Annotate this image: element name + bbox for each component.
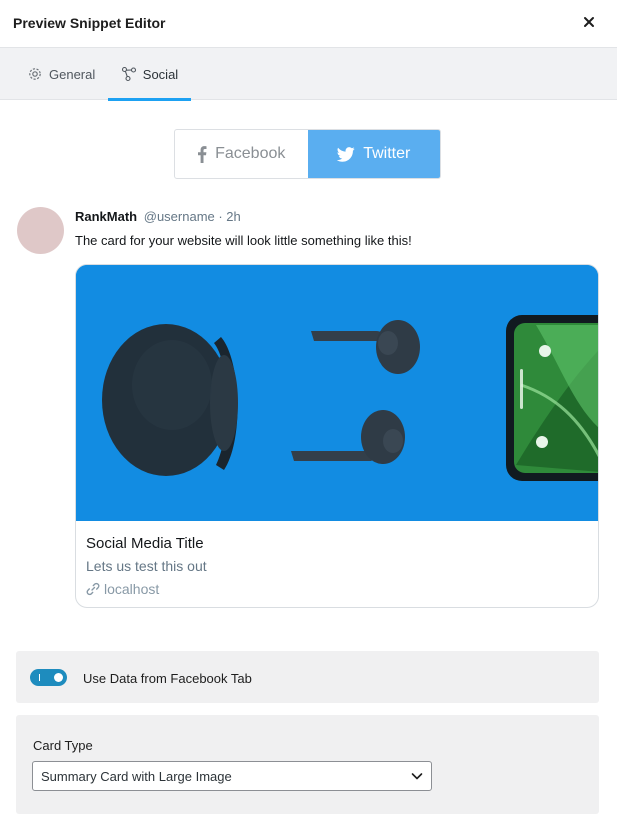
- twitter-label: Twitter: [363, 145, 411, 162]
- card-url-text: localhost: [104, 581, 160, 597]
- card-description: Lets us test this out: [86, 558, 207, 574]
- modal-title: Preview Snippet Editor: [13, 15, 166, 31]
- tweet-author-name: RankMath: [75, 209, 138, 224]
- active-tab-indicator: [108, 98, 191, 101]
- close-button[interactable]: [579, 12, 599, 32]
- network-toggle: Facebook Twitter: [174, 129, 441, 179]
- close-icon: [584, 17, 594, 27]
- tweet-meta: @username · 2h: [143, 209, 241, 224]
- card-type-select[interactable]: Summary Card with Large Image: [32, 761, 432, 791]
- chevron-down-icon: [411, 773, 423, 780]
- earbuds-photo: [76, 265, 598, 521]
- tweet-text: The card for your website will look litt…: [75, 233, 412, 248]
- facebook-label: Facebook: [215, 145, 286, 162]
- tweet-header: RankMath @username · 2h: [75, 209, 241, 224]
- card-title: Social Media Title: [86, 535, 204, 552]
- toggle-knob: [54, 673, 63, 682]
- avatar: [17, 207, 64, 254]
- twitter-button[interactable]: Twitter: [307, 130, 440, 178]
- twitter-card-preview: Social Media Title Lets us test this out…: [75, 264, 599, 608]
- facebook-data-panel: Use Data from Facebook Tab: [16, 651, 599, 703]
- card-type-value: Summary Card with Large Image: [41, 769, 232, 784]
- facebook-button[interactable]: Facebook: [175, 130, 308, 178]
- tab-general[interactable]: General: [27, 48, 95, 100]
- use-facebook-data-toggle[interactable]: [30, 669, 67, 686]
- tab-general-label: General: [49, 66, 96, 82]
- share-icon: [121, 66, 136, 82]
- card-type-panel: Card Type Summary Card with Large Image: [16, 715, 599, 814]
- facebook-icon: [198, 145, 207, 163]
- tab-bar: General Social: [0, 48, 617, 101]
- tab-social-label: Social: [142, 66, 179, 82]
- use-facebook-data-label: Use Data from Facebook Tab: [83, 671, 252, 686]
- link-icon: [86, 582, 100, 596]
- modal-header: Preview Snippet Editor: [0, 0, 617, 48]
- card-image: [76, 265, 598, 521]
- card-url: localhost: [86, 581, 159, 597]
- twitter-icon: [337, 146, 355, 162]
- toggle-on-indicator: [39, 674, 40, 681]
- card-type-label: Card Type: [33, 738, 93, 753]
- tab-social[interactable]: Social: [108, 48, 191, 101]
- gear-icon: [29, 68, 41, 80]
